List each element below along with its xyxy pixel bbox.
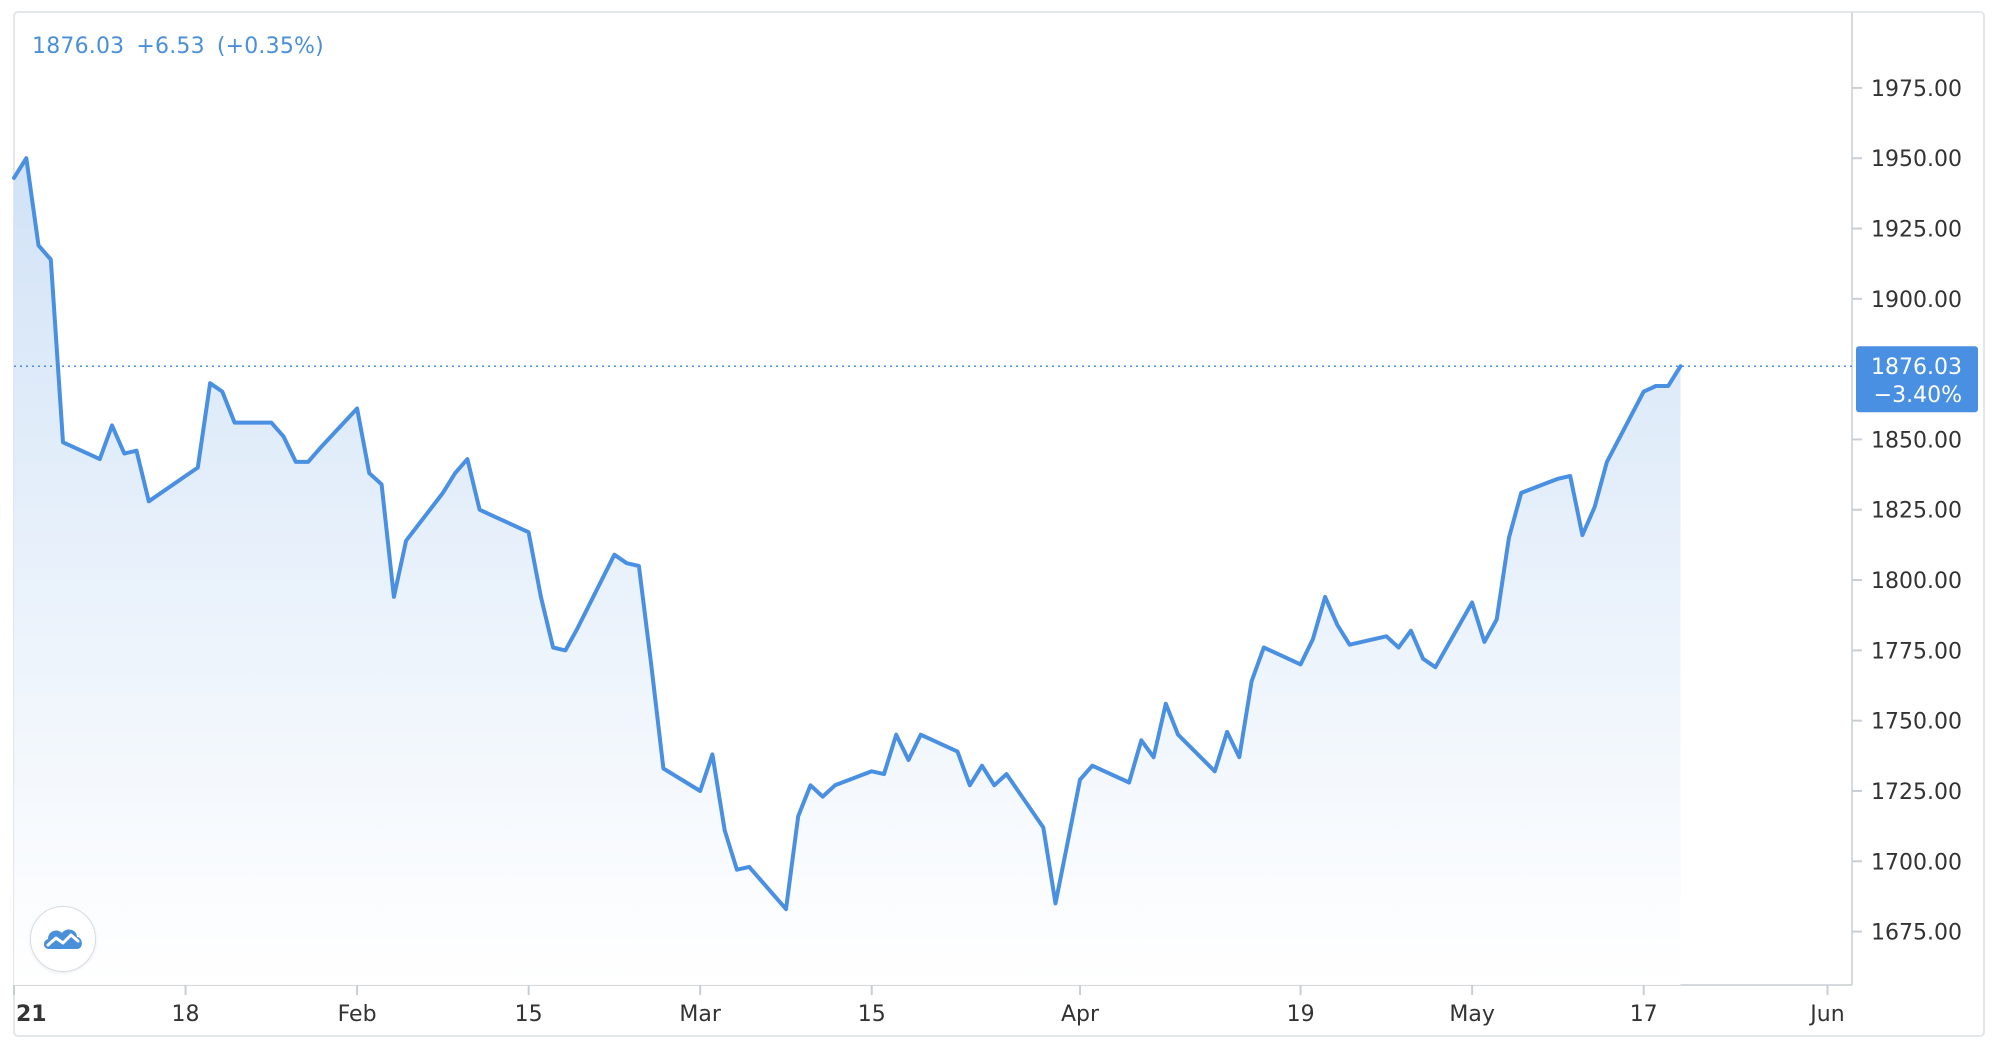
price-axis-label: 1675.00 xyxy=(1871,921,1962,946)
price-chart[interactable]: 1975.00 1950.00 1925.00 1900.00 1850.00 1825.… xyxy=(0,0,1996,1048)
time-axis-label: May xyxy=(1449,1002,1494,1027)
time-axis-label: Apr xyxy=(1061,1002,1100,1027)
last-price-percent: −3.40% xyxy=(1874,383,1962,408)
area-fill-layer xyxy=(14,158,1681,985)
price-axis[interactable]: 1975.00 1950.00 1925.00 1900.00 1850.00 1825.… xyxy=(1852,77,1962,946)
price-axis-label: 1975.00 xyxy=(1871,77,1962,102)
time-axis-label: Jun xyxy=(1808,1002,1844,1027)
price-area-fill xyxy=(14,158,1681,985)
price-axis-label: 1850.00 xyxy=(1871,428,1962,453)
time-axis-label: 17 xyxy=(1630,1002,1658,1027)
price-axis-label: 1900.00 xyxy=(1871,288,1962,313)
time-axis-label: 15 xyxy=(858,1002,886,1027)
price-axis-label: 1775.00 xyxy=(1871,639,1962,664)
series-legend: 1876.03 +6.53 (+0.35%) xyxy=(32,34,324,59)
last-price-label-layer: 1876.03 −3.40% xyxy=(1856,346,1978,413)
legend-change: +6.53 xyxy=(136,34,205,59)
cloud-chart-icon xyxy=(43,929,82,949)
time-axis-label: Feb xyxy=(338,1002,377,1027)
time-axis-label: 21 xyxy=(16,1002,47,1027)
price-axis-label: 1725.00 xyxy=(1871,780,1962,805)
tradingview-logo-button[interactable] xyxy=(30,906,96,972)
legend-change-percent: (+0.35%) xyxy=(216,34,324,59)
time-axis-label: Mar xyxy=(679,1002,721,1027)
price-axis-label: 1825.00 xyxy=(1871,499,1962,524)
legend-price: 1876.03 xyxy=(32,34,125,59)
price-axis-label: 1800.00 xyxy=(1871,569,1962,594)
last-price-value: 1876.03 xyxy=(1871,355,1962,380)
time-axis-label: 15 xyxy=(515,1002,543,1027)
price-axis-label: 1925.00 xyxy=(1871,218,1962,243)
time-axis-label: 18 xyxy=(172,1002,200,1027)
time-axis-label: 19 xyxy=(1287,1002,1315,1027)
price-axis-label: 1950.00 xyxy=(1871,147,1962,172)
price-axis-label: 1750.00 xyxy=(1871,710,1962,735)
chart-widget: 1975.00 1950.00 1925.00 1900.00 1850.00 1825.… xyxy=(0,0,1996,1048)
price-axis-label: 1700.00 xyxy=(1871,850,1962,875)
time-axis[interactable]: 21 18 Feb 15 Mar 15 Apr 19 May 17 Jun xyxy=(13,985,1845,1027)
